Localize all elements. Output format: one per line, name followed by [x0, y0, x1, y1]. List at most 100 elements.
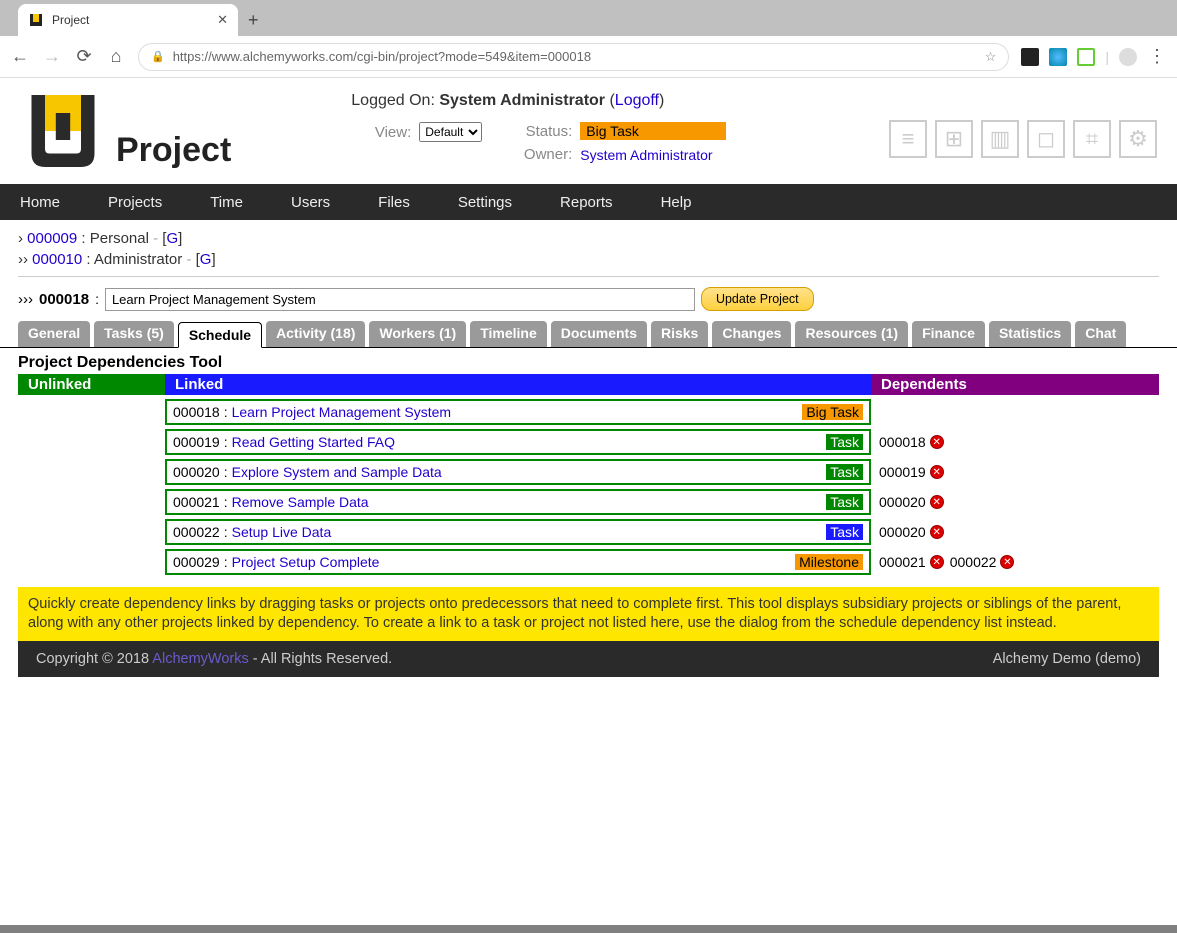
home-button[interactable]: ⌂: [106, 47, 126, 67]
remove-dependency-icon[interactable]: ✕: [930, 495, 944, 509]
tab-schedule[interactable]: Schedule: [178, 322, 262, 348]
tool-title: Project Dependencies Tool: [0, 348, 1177, 374]
linked-name-link[interactable]: Remove Sample Data: [232, 494, 369, 510]
owner-label: Owner:: [512, 146, 572, 163]
tab-risks[interactable]: Risks: [651, 321, 708, 347]
reload-button[interactable]: ⟳: [74, 47, 94, 67]
linked-item[interactable]: 000018:Learn Project Management SystemBi…: [165, 399, 871, 425]
new-tab-button[interactable]: +: [248, 4, 259, 36]
menu-help[interactable]: Help: [661, 194, 692, 211]
list-icon[interactable]: ≡: [889, 120, 927, 158]
tab-changes[interactable]: Changes: [712, 321, 791, 347]
profile-icon[interactable]: [1119, 48, 1137, 66]
tab-finance[interactable]: Finance: [912, 321, 985, 347]
owner-link[interactable]: System Administrator: [580, 147, 712, 163]
address-bar: ← → ⟳ ⌂ 🔒 https://www.alchemyworks.com/c…: [0, 36, 1177, 78]
url-input[interactable]: 🔒 https://www.alchemyworks.com/cgi-bin/p…: [138, 43, 1009, 71]
remove-dependency-icon[interactable]: ✕: [930, 525, 944, 539]
linked-item[interactable]: 000019:Read Getting Started FAQTask: [165, 429, 871, 455]
back-button[interactable]: ←: [10, 47, 30, 67]
main-menu: Home Projects Time Users Files Settings Report…: [0, 184, 1177, 220]
forward-button[interactable]: →: [42, 47, 62, 67]
tab-chat[interactable]: Chat: [1075, 321, 1126, 347]
footer-right: Alchemy Demo (demo): [993, 651, 1141, 667]
extension-icon[interactable]: [1077, 48, 1095, 66]
dependent-id: 000021: [879, 554, 926, 570]
menu-home[interactable]: Home: [20, 194, 60, 211]
breadcrumb-id-link[interactable]: 000010: [32, 251, 82, 268]
gear-icon[interactable]: ⚙: [1119, 120, 1157, 158]
type-tag: Task: [826, 434, 863, 450]
flow-icon[interactable]: ⌗: [1073, 120, 1111, 158]
frame-icon[interactable]: ◻: [1027, 120, 1065, 158]
extension-icon[interactable]: [1021, 48, 1039, 66]
tab-close-icon[interactable]: ✕: [217, 12, 228, 28]
menu-reports[interactable]: Reports: [560, 194, 613, 211]
browser-tab-bar: Project ✕ +: [0, 0, 1177, 36]
columns-icon[interactable]: ▥: [981, 120, 1019, 158]
browser-tab[interactable]: Project ✕: [18, 4, 238, 36]
tab-timeline[interactable]: Timeline: [470, 321, 547, 347]
breadcrumb-g-link[interactable]: G: [200, 251, 212, 268]
linked-name-link[interactable]: Read Getting Started FAQ: [232, 434, 395, 450]
dependent-item: 000018 ✕: [879, 434, 944, 450]
dependent-item: 000022 ✕: [950, 554, 1015, 570]
menu-settings[interactable]: Settings: [458, 194, 512, 211]
linked-name-link[interactable]: Explore System and Sample Data: [232, 464, 442, 480]
dependent-id: 000020: [879, 524, 926, 540]
dependent-id: 000019: [879, 464, 926, 480]
linked-name-link[interactable]: Setup Live Data: [232, 524, 332, 540]
favicon-icon: [28, 12, 44, 28]
menu-icon[interactable]: ⋮: [1147, 47, 1167, 67]
dependent-item: 000020 ✕: [879, 494, 944, 510]
logo-icon: [18, 86, 108, 176]
tab-statistics[interactable]: Statistics: [989, 321, 1071, 347]
tab-workers-1-[interactable]: Workers (1): [369, 321, 466, 347]
type-tag: Task: [826, 464, 863, 480]
menu-projects[interactable]: Projects: [108, 194, 162, 211]
remove-dependency-icon[interactable]: ✕: [930, 555, 944, 569]
linked-item[interactable]: 000022:Setup Live DataTask: [165, 519, 871, 545]
dependency-row: 000019:Read Getting Started FAQTask00001…: [18, 429, 1159, 455]
linked-item[interactable]: 000020:Explore System and Sample DataTas…: [165, 459, 871, 485]
dependent-id: 000020: [879, 494, 926, 510]
remove-dependency-icon[interactable]: ✕: [930, 435, 944, 449]
linked-name-link[interactable]: Project Setup Complete: [232, 554, 380, 570]
remove-dependency-icon[interactable]: ✕: [930, 465, 944, 479]
rights-text: - All Rights Reserved.: [253, 651, 392, 667]
tab-title: Project: [52, 13, 209, 27]
brand-link[interactable]: AlchemyWorks: [152, 651, 248, 667]
column-dependents: Dependents: [871, 374, 1159, 395]
tab-general[interactable]: General: [18, 321, 90, 347]
type-tag: Big Task: [802, 404, 863, 420]
lock-icon: 🔒: [151, 50, 165, 63]
bookmark-icon[interactable]: ☆: [985, 49, 997, 65]
tab-tasks-5-[interactable]: Tasks (5): [94, 321, 174, 347]
linked-name-link[interactable]: Learn Project Management System: [232, 404, 451, 420]
view-select[interactable]: Default: [419, 122, 482, 142]
column-linked: Linked: [165, 374, 871, 395]
grid-icon[interactable]: ⊞: [935, 120, 973, 158]
dependent-id: 000022: [950, 554, 997, 570]
linked-item[interactable]: 000029:Project Setup CompleteMilestone: [165, 549, 871, 575]
menu-users[interactable]: Users: [291, 194, 330, 211]
status-badge: Big Task: [580, 122, 726, 140]
extension-icon[interactable]: [1049, 48, 1067, 66]
linked-item[interactable]: 000021:Remove Sample DataTask: [165, 489, 871, 515]
tab-activity-18-[interactable]: Activity (18): [266, 321, 365, 347]
project-id: 000018: [39, 291, 89, 308]
update-project-button[interactable]: Update Project: [701, 287, 814, 311]
breadcrumb-id-link[interactable]: 000009: [27, 230, 77, 247]
menu-files[interactable]: Files: [378, 194, 410, 211]
menu-time[interactable]: Time: [210, 194, 243, 211]
dependent-item: 000020 ✕: [879, 524, 944, 540]
linked-id: 000029: [173, 554, 220, 570]
logoff-link[interactable]: Logoff: [615, 92, 659, 109]
remove-dependency-icon[interactable]: ✕: [1000, 555, 1014, 569]
project-name-input[interactable]: [105, 288, 695, 311]
tab-resources-1-[interactable]: Resources (1): [795, 321, 908, 347]
breadcrumb-g-link[interactable]: G: [166, 230, 178, 247]
column-unlinked: Unlinked: [18, 374, 165, 395]
type-tag: Milestone: [795, 554, 863, 570]
tab-documents[interactable]: Documents: [551, 321, 647, 347]
